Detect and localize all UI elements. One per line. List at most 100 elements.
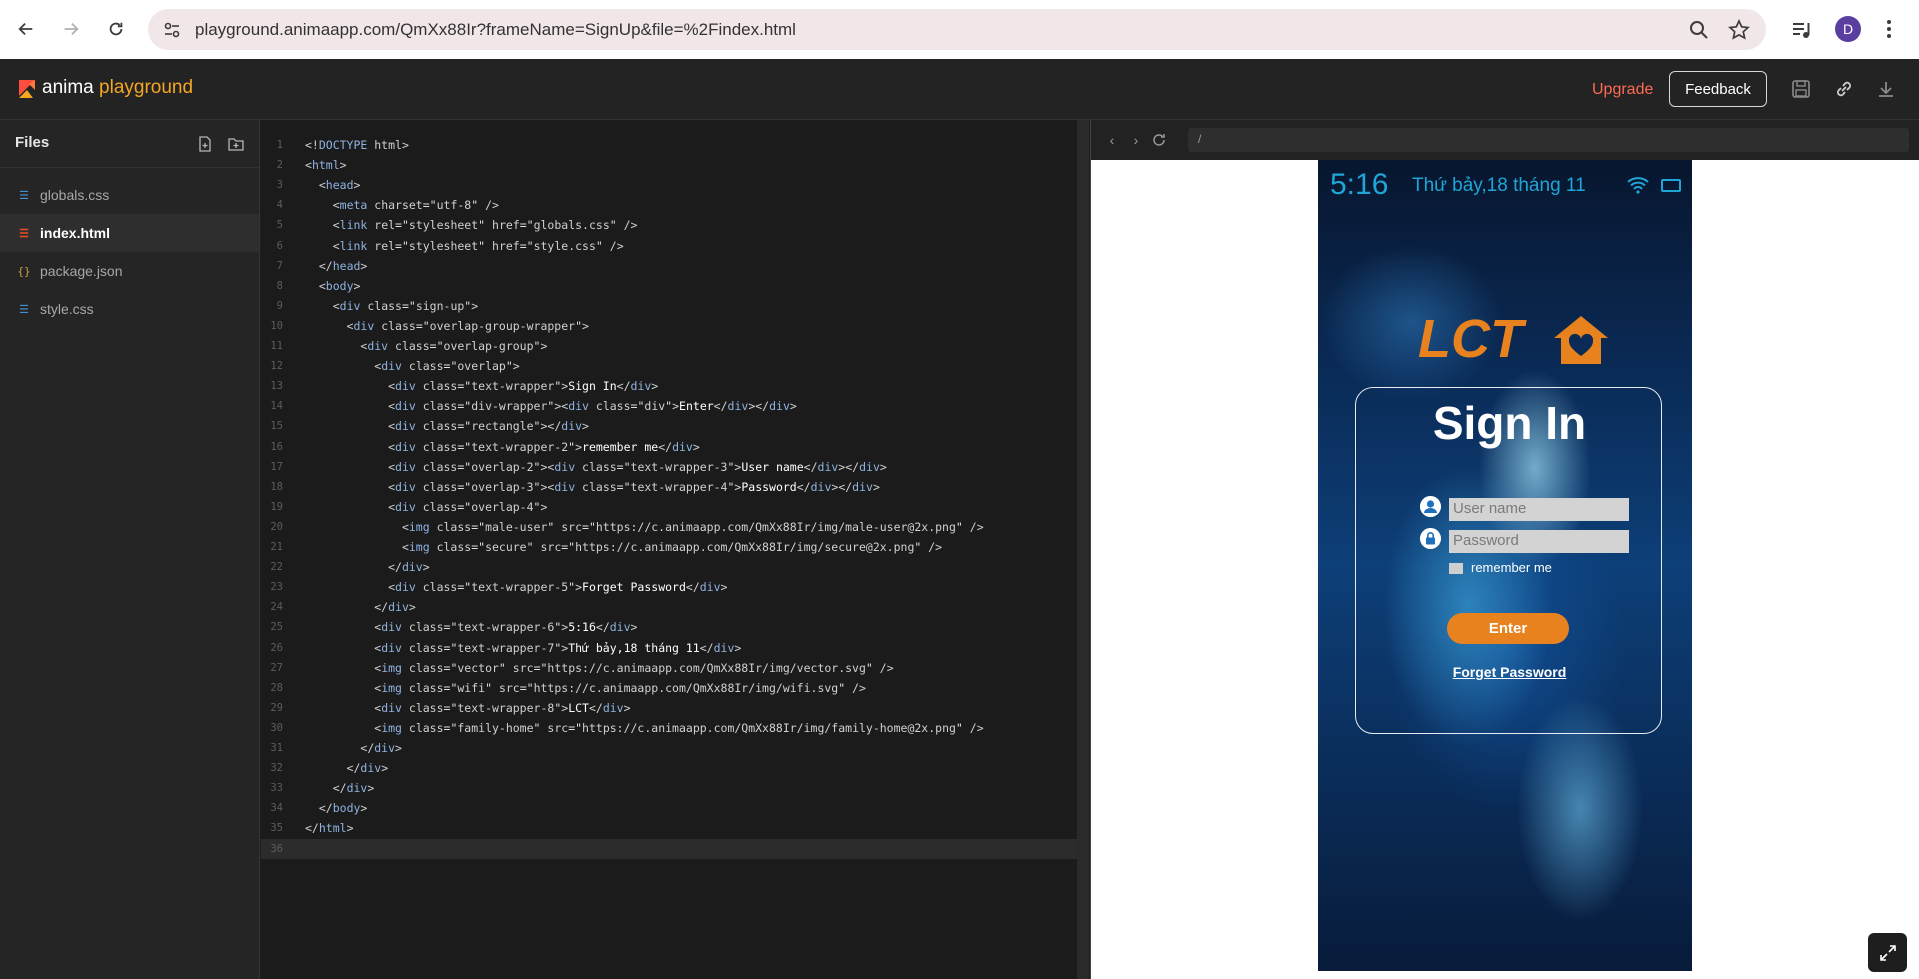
code-text[interactable]: <body> <box>305 276 361 296</box>
link-icon[interactable] <box>1834 79 1854 99</box>
back-arrow-icon[interactable] <box>12 15 40 43</box>
file-item-index-html[interactable]: ☰ index.html <box>0 214 259 252</box>
code-text[interactable]: <div class="text-wrapper-7">Thứ bảy,18 t… <box>305 638 741 658</box>
code-line[interactable]: 4 <meta charset="utf-8" /> <box>261 195 1077 215</box>
code-text[interactable]: <div class="text-wrapper-5">Forget Passw… <box>305 577 727 597</box>
preview-reload-icon[interactable] <box>1151 132 1167 148</box>
code-text[interactable]: <div class="overlap-4"> <box>305 497 547 517</box>
preview-url-input[interactable]: / <box>1188 128 1909 152</box>
code-line[interactable]: 14 <div class="div-wrapper"><div class="… <box>261 396 1077 416</box>
remember-me-checkbox[interactable] <box>1449 563 1463 574</box>
code-text[interactable]: <meta charset="utf-8" /> <box>305 195 499 215</box>
url-text[interactable]: playground.animaapp.com/QmXx88Ir?frameNa… <box>195 20 796 40</box>
file-item-globals-css[interactable]: ☰ globals.css <box>0 176 259 214</box>
pane-resize-handle[interactable] <box>1077 120 1089 979</box>
code-text[interactable]: <!DOCTYPE html> <box>305 135 409 155</box>
code-text[interactable]: </html> <box>305 818 354 838</box>
preview-back-icon[interactable]: ‹ <box>1104 132 1120 148</box>
code-line[interactable]: 33 </div> <box>261 778 1077 798</box>
code-line[interactable]: 15 <div class="rectangle"></div> <box>261 416 1077 436</box>
code-text[interactable]: <div class="text-wrapper-2">remember me<… <box>305 437 700 457</box>
file-item-package-json[interactable]: {} package.json <box>0 252 259 290</box>
code-text[interactable]: <div class="sign-up"> <box>305 296 478 316</box>
code-line[interactable]: 28 <img class="wifi" src="https://c.anim… <box>261 678 1077 698</box>
code-line[interactable]: 34 </body> <box>261 798 1077 818</box>
username-input[interactable]: User name <box>1449 498 1629 521</box>
code-text[interactable]: <div class="overlap"> <box>305 356 519 376</box>
code-line[interactable]: 3 <head> <box>261 175 1077 195</box>
code-line[interactable]: 23 <div class="text-wrapper-5">Forget Pa… <box>261 577 1077 597</box>
code-line[interactable]: 18 <div class="overlap-3"><div class="te… <box>261 477 1077 497</box>
code-line[interactable]: 29 <div class="text-wrapper-8">LCT</div> <box>261 698 1077 718</box>
enter-button[interactable]: Enter <box>1447 613 1569 644</box>
code-text[interactable]: <div class="text-wrapper-8">LCT</div> <box>305 698 630 718</box>
code-line[interactable]: 11 <div class="overlap-group"> <box>261 336 1077 356</box>
app-logo[interactable]: anima playground <box>42 77 193 99</box>
forward-arrow-icon[interactable] <box>57 15 85 43</box>
code-text[interactable]: <div class="overlap-group-wrapper"> <box>305 316 589 336</box>
code-line[interactable]: 1 <!DOCTYPE html> <box>261 135 1077 155</box>
new-file-icon[interactable] <box>197 136 213 152</box>
save-icon[interactable] <box>1791 79 1811 99</box>
profile-avatar[interactable]: D <box>1835 16 1861 42</box>
code-text[interactable]: </div> <box>305 557 430 577</box>
code-text[interactable]: <img class="wifi" src="https://c.animaap… <box>305 678 866 698</box>
zoom-icon[interactable] <box>1688 19 1710 41</box>
code-text[interactable]: <div class="rectangle"></div> <box>305 416 589 436</box>
code-line[interactable]: 17 <div class="overlap-2"><div class="te… <box>261 457 1077 477</box>
new-folder-icon[interactable] <box>228 136 244 152</box>
code-line[interactable]: 5 <link rel="stylesheet" href="globals.c… <box>261 215 1077 235</box>
code-text[interactable]: <div class="div-wrapper"><div class="div… <box>305 396 797 416</box>
code-line[interactable]: 20 <img class="male-user" src="https://c… <box>261 517 1077 537</box>
site-info-icon[interactable] <box>162 20 182 40</box>
download-icon[interactable] <box>1876 79 1896 99</box>
code-line[interactable]: 27 <img class="vector" src="https://c.an… <box>261 658 1077 678</box>
code-line[interactable]: 25 <div class="text-wrapper-6">5:16</div… <box>261 617 1077 637</box>
code-text[interactable]: </div> <box>305 738 402 758</box>
code-text[interactable]: </div> <box>305 597 416 617</box>
expand-preview-button[interactable] <box>1868 933 1907 972</box>
code-text[interactable]: <head> <box>305 175 361 195</box>
code-line[interactable]: 31 </div> <box>261 738 1077 758</box>
code-line[interactable]: 10 <div class="overlap-group-wrapper"> <box>261 316 1077 336</box>
code-text[interactable]: </head> <box>305 256 368 276</box>
code-line[interactable]: 36 <box>261 838 1077 859</box>
code-text[interactable]: <div class="overlap-group"> <box>305 336 547 356</box>
code-line[interactable]: 35 </html> <box>261 818 1077 838</box>
code-text[interactable]: <img class="male-user" src="https://c.an… <box>305 517 984 537</box>
forget-password-link[interactable]: Forget Password <box>1356 664 1663 680</box>
code-line[interactable]: 12 <div class="overlap"> <box>261 356 1077 376</box>
file-item-style-css[interactable]: ☰ style.css <box>0 290 259 328</box>
code-line[interactable]: 24 </div> <box>261 597 1077 617</box>
code-line[interactable]: 2 <html> <box>261 155 1077 175</box>
password-input[interactable]: Password <box>1449 530 1629 553</box>
code-line[interactable]: 21 <img class="secure" src="https://c.an… <box>261 537 1077 557</box>
preview-forward-icon[interactable]: › <box>1128 132 1144 148</box>
code-text[interactable]: </div> <box>305 778 375 798</box>
code-text[interactable]: <img class="vector" src="https://c.anima… <box>305 658 893 678</box>
code-text[interactable]: <div class="text-wrapper">Sign In</div> <box>305 376 658 396</box>
address-bar[interactable]: playground.animaapp.com/QmXx88Ir?frameNa… <box>148 9 1766 50</box>
code-line[interactable]: 6 <link rel="stylesheet" href="style.css… <box>261 236 1077 256</box>
code-line[interactable]: 32 </div> <box>261 758 1077 778</box>
feedback-button[interactable]: Feedback <box>1669 71 1767 107</box>
code-text[interactable]: <link rel="stylesheet" href="globals.css… <box>305 215 638 235</box>
code-text[interactable]: </div> <box>305 758 389 778</box>
code-text[interactable]: <div class="text-wrapper-6">5:16</div> <box>305 617 637 637</box>
media-queue-icon[interactable] <box>1790 19 1812 41</box>
code-text[interactable]: <img class="secure" src="https://c.anima… <box>305 537 942 557</box>
bookmark-star-icon[interactable] <box>1728 19 1750 41</box>
code-line[interactable]: 19 <div class="overlap-4"> <box>261 497 1077 517</box>
code-text[interactable]: </body> <box>305 798 368 818</box>
code-text[interactable]: <img class="family-home" src="https://c.… <box>305 718 983 738</box>
code-text[interactable]: <link rel="stylesheet" href="style.css" … <box>305 236 624 256</box>
code-line[interactable]: 30 <img class="family-home" src="https:/… <box>261 718 1077 738</box>
code-editor[interactable]: 1 <!DOCTYPE html> 2 <html> 3 <head> 4 <meta c… <box>261 120 1077 979</box>
code-text[interactable]: <html> <box>305 155 347 175</box>
code-line[interactable]: 9 <div class="sign-up"> <box>261 296 1077 316</box>
code-text[interactable]: <div class="overlap-3"><div class="text-… <box>305 477 880 497</box>
browser-menu-icon[interactable] <box>1880 18 1898 40</box>
code-line[interactable]: 16 <div class="text-wrapper-2">remember … <box>261 437 1077 457</box>
code-line[interactable]: 8 <body> <box>261 276 1077 296</box>
code-line[interactable]: 26 <div class="text-wrapper-7">Thứ bảy,1… <box>261 638 1077 658</box>
